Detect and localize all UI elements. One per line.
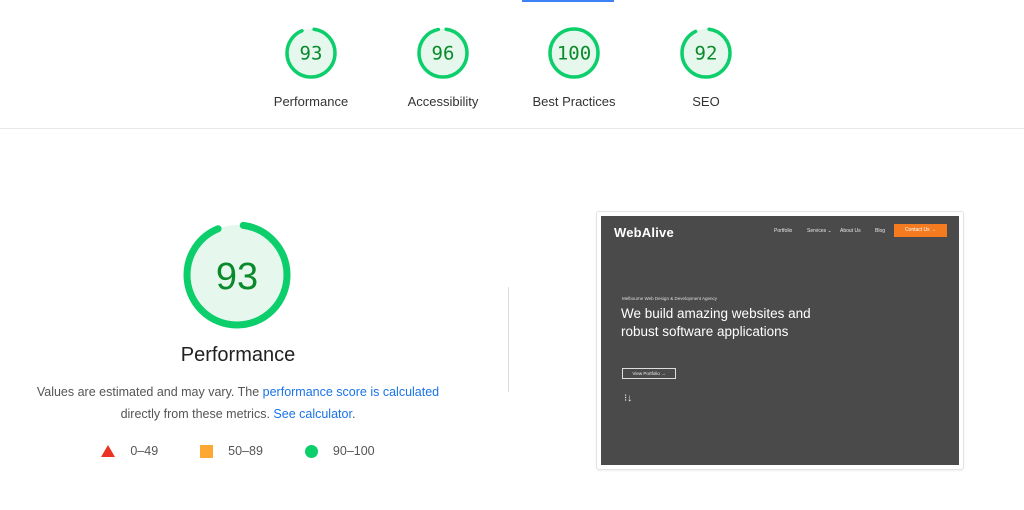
gauge-score: 92 — [695, 43, 718, 65]
site-hero-heading: We build amazing websites and robust sof… — [621, 306, 811, 339]
performance-gauge-large: 93 — [182, 220, 292, 335]
site-portfolio-button: View Portfolio → — [622, 368, 676, 379]
see-calculator-link[interactable]: See calculator — [273, 407, 352, 421]
gauge-label: Performance — [273, 94, 349, 109]
site-eyebrow: Melbourne Web Design & Development Agenc… — [622, 296, 717, 301]
gauge-score: 100 — [557, 43, 591, 65]
site-logo: WebAlive — [614, 225, 674, 240]
gauge-accessibility[interactable]: 96 Accessibility — [388, 25, 498, 109]
gauge-label: Accessibility — [407, 94, 479, 109]
scroll-down-icon: ⁝↓ — [624, 393, 633, 404]
final-screenshot[interactable]: WebAlive Portfolio Services ⌄ About Us B… — [596, 211, 964, 470]
triangle-icon — [101, 445, 116, 457]
site-nav-item: Services ⌄ — [807, 228, 832, 234]
legend-pass: 90–100 — [304, 444, 375, 458]
legend-range: 90–100 — [332, 444, 375, 458]
score-calculation-link[interactable]: performance score is calculated — [263, 385, 439, 399]
performance-description: Values are estimated and may vary. The p… — [0, 381, 476, 425]
legend-range: 0–49 — [130, 444, 159, 458]
gauge-best-practices[interactable]: 100 Best Practices — [519, 25, 629, 109]
page-screenshot-image: WebAlive Portfolio Services ⌄ About Us B… — [601, 216, 959, 465]
score-legend: 0–49 50–89 90–100 — [0, 444, 476, 458]
site-nav-item: About Us — [840, 228, 861, 234]
gauge-label: Best Practices — [532, 94, 616, 109]
gauge-seo[interactable]: 92 SEO — [651, 25, 761, 109]
gauge-ring-seo: 92 — [680, 27, 732, 79]
performance-score: 93 — [216, 256, 258, 298]
score-summary: 93 Performance 96 Accessibility 100 Best… — [0, 0, 1024, 129]
gauge-performance[interactable]: 93 Performance — [256, 25, 366, 109]
gauge-ring-accessibility: 96 — [417, 27, 469, 79]
desc-text: . — [351, 407, 356, 421]
gauge-label: SEO — [692, 94, 720, 109]
desc-text: Values are estimated and may vary. The — [36, 385, 263, 399]
gauge-score: 96 — [432, 43, 455, 65]
gauge-ring-performance: 93 — [285, 27, 337, 79]
column-divider — [508, 287, 509, 392]
legend-range: 50–89 — [228, 444, 263, 458]
square-icon — [200, 444, 214, 458]
desc-text: directly from these metrics. — [120, 407, 274, 421]
gauge-score: 93 — [300, 43, 323, 65]
site-contact-button: Contact Us → — [894, 224, 947, 237]
circle-icon — [304, 444, 318, 458]
performance-title: Performance — [180, 344, 296, 366]
gauge-ring-best-practices: 100 — [548, 27, 600, 79]
legend-average: 50–89 — [200, 444, 263, 458]
site-nav-item: Portfolio — [774, 228, 793, 234]
site-nav-item: Blog — [875, 228, 886, 234]
legend-fail: 0–49 — [101, 444, 158, 458]
